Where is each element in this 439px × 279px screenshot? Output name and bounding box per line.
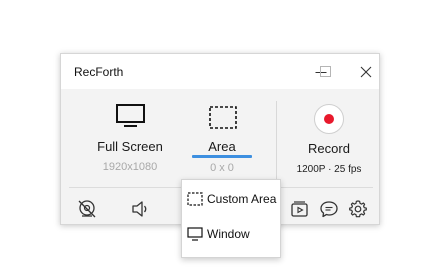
menu-item-custom-area[interactable]: Custom Area — [182, 182, 280, 216]
menu-item-label: Window — [207, 227, 250, 241]
menu-item-window[interactable]: Window — [182, 217, 280, 251]
mode-label: Area — [208, 139, 236, 154]
audio-button[interactable] — [130, 198, 152, 220]
area-dropdown-menu: Custom Area Window — [181, 179, 281, 258]
title-bar[interactable]: RecForth — [61, 54, 379, 89]
close-button[interactable] — [346, 54, 386, 89]
monitor-icon — [187, 227, 203, 241]
webcam-off-icon — [78, 200, 96, 218]
chat-bubble-icon — [320, 201, 338, 218]
recordings-library-button[interactable] — [289, 198, 311, 220]
settings-button[interactable] — [347, 198, 369, 220]
mode-label: Full Screen — [97, 139, 163, 154]
mode-full-screen[interactable]: Full Screen 1920x1080 — [75, 102, 185, 182]
record-icon — [314, 104, 344, 134]
webcam-toggle-button[interactable] — [76, 198, 98, 220]
monitor-icon — [116, 104, 145, 127]
gear-icon — [349, 200, 367, 218]
dashed-selection-icon — [187, 192, 203, 206]
close-icon — [360, 66, 372, 78]
record-label: Record — [308, 141, 350, 156]
mode-area[interactable]: Area 0 x 0 — [179, 102, 265, 182]
vertical-divider — [276, 101, 277, 184]
dashed-selection-icon — [209, 106, 237, 129]
area-size-text: 0 x 0 — [210, 162, 234, 174]
record-button[interactable]: Record 1200P · 25 fps — [281, 100, 377, 184]
selected-indicator — [192, 155, 252, 158]
resolution-text: 1920x1080 — [102, 161, 158, 173]
feedback-button[interactable] — [318, 198, 340, 220]
menu-item-label: Custom Area — [207, 192, 277, 206]
maximize-icon — [320, 66, 331, 77]
window-title: RecForth — [74, 65, 124, 79]
maximize-button[interactable] — [306, 54, 346, 89]
video-library-icon — [291, 201, 308, 217]
speaker-icon — [132, 201, 147, 217]
record-settings-text: 1200P · 25 fps — [296, 164, 362, 175]
